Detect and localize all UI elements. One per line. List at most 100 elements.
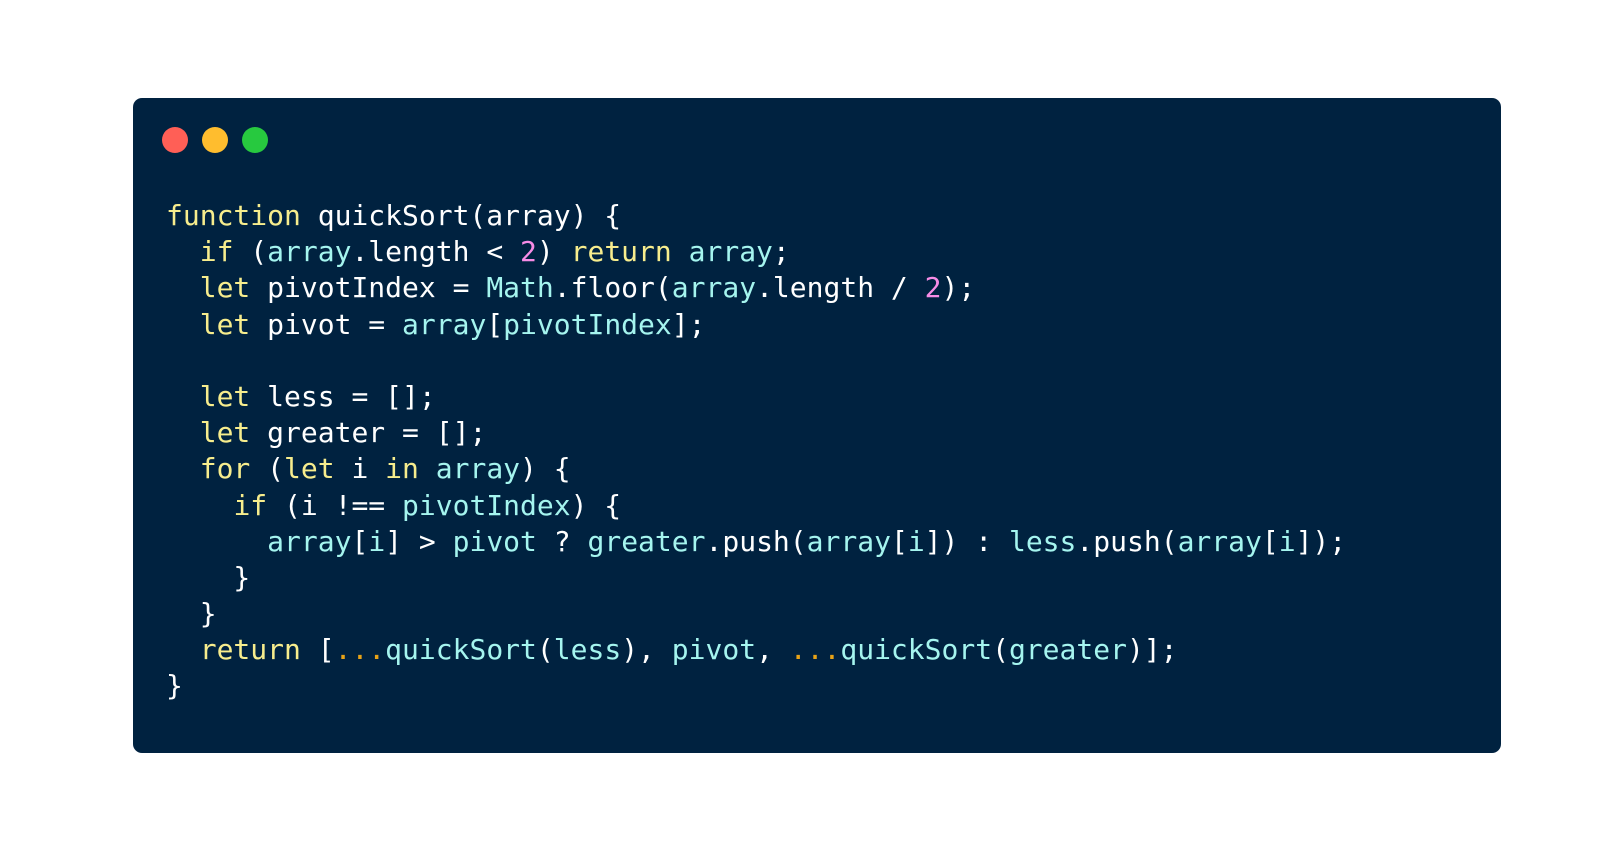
code-line: for (let i in array) { <box>166 451 1346 487</box>
code-token-plain: ] > <box>385 524 453 558</box>
code-token-identifier: quickSort <box>385 633 537 667</box>
code-token-plain: greater = []; <box>250 416 487 450</box>
code-token-identifier: i <box>1278 524 1296 558</box>
code-token-keyword: for <box>199 452 251 486</box>
code-token-keyword: in <box>385 452 419 486</box>
code-token-keyword: let <box>284 452 335 486</box>
code-block: function quickSort(array) { if (array.le… <box>166 198 1346 705</box>
code-token-plain: (i !== <box>267 488 403 522</box>
code-token-plain: .floor( <box>553 271 672 305</box>
code-token-identifier: less <box>553 633 622 667</box>
code-token-identifier: array <box>435 452 521 486</box>
code-token-number: 2 <box>520 235 537 269</box>
code-line: let greater = []; <box>166 415 1346 451</box>
code-token-identifier: array <box>806 524 891 558</box>
code-token-plain: , <box>756 633 790 667</box>
code-token-identifier: pivot <box>452 524 537 558</box>
code-token-plain: [ <box>351 524 369 558</box>
code-token-plain: ); <box>941 271 976 305</box>
code-line: array[i] > pivot ? greater.push(array[i]… <box>166 524 1346 560</box>
code-token-plain: ) { <box>570 488 622 522</box>
window-controls <box>162 127 268 153</box>
code-token-keyword: let <box>199 416 251 450</box>
code-token-identifier: array <box>267 235 352 269</box>
code-token-plain: } <box>166 597 217 631</box>
code-token-keyword: if <box>233 488 268 522</box>
code-token-spread: ... <box>789 633 841 667</box>
code-token-plain: ( <box>536 633 554 667</box>
code-token-keyword: function <box>166 199 301 232</box>
minimize-dot <box>202 127 228 153</box>
code-token-plain: } <box>166 560 251 594</box>
code-token-plain: [ <box>300 633 335 667</box>
code-token-plain: } <box>166 669 183 703</box>
code-line: let less = []; <box>166 379 1346 415</box>
code-token-keyword: return <box>199 633 301 667</box>
code-token-identifier: array <box>1177 524 1262 558</box>
code-token-identifier: quickSort <box>840 633 993 667</box>
code-token-plain: [ <box>1261 524 1279 558</box>
code-token-plain: ) <box>536 235 571 269</box>
code-token-identifier: greater <box>587 524 706 558</box>
code-token-identifier: greater <box>1008 633 1127 667</box>
code-token-identifier: less <box>1008 524 1077 558</box>
code-token-plain: ? <box>536 524 588 558</box>
code-token-identifier: pivotIndex <box>503 307 672 341</box>
code-line: } <box>166 668 1346 704</box>
code-token-plain: [ <box>486 307 504 341</box>
code-token-plain: ]); <box>1295 524 1347 558</box>
code-token-identifier: array <box>688 235 773 269</box>
code-token-plain: pivotIndex = <box>250 271 487 305</box>
code-line: let pivot = array[pivotIndex]; <box>166 307 1346 343</box>
code-token-spread: ... <box>334 633 386 667</box>
code-token-keyword: return <box>570 235 672 269</box>
code-token-keyword: let <box>199 307 251 341</box>
code-token-plain: quickSort(array) { <box>300 199 622 232</box>
code-token-plain: .push( <box>705 524 807 558</box>
code-line: function quickSort(array) { <box>166 198 1346 234</box>
code-token-plain: i <box>334 452 386 486</box>
code-token-identifier: i <box>368 524 386 558</box>
code-token-plain: .push( <box>1076 524 1178 558</box>
code-token-identifier: array <box>402 307 487 341</box>
code-token-plain: ( <box>992 633 1009 667</box>
code-token-plain: .length < <box>351 235 521 269</box>
code-token-plain: [ <box>890 524 908 558</box>
code-token-plain: ) { <box>520 452 571 486</box>
code-token-number: 2 <box>924 271 942 305</box>
code-token-identifier: pivotIndex <box>402 488 571 522</box>
code-token-keyword: let <box>199 379 251 413</box>
code-window: function quickSort(array) { if (array.le… <box>133 98 1501 753</box>
code-line: if (i !== pivotIndex) { <box>166 488 1346 524</box>
code-token-plain: .length / <box>756 271 925 305</box>
code-line: let pivotIndex = Math.floor(array.length… <box>166 270 1346 306</box>
code-line: } <box>166 560 1346 596</box>
code-token-identifier: pivot <box>671 633 757 667</box>
code-token-plain: ( <box>250 452 285 486</box>
code-line: if (array.length < 2) return array; <box>166 234 1346 270</box>
code-token-identifier: Math <box>486 271 554 305</box>
zoom-dot <box>242 127 268 153</box>
code-token-plain: ]; <box>671 307 706 341</box>
code-token-plain: ; <box>772 235 790 269</box>
code-token-identifier: i <box>907 524 925 558</box>
code-token-plain: ]) : <box>924 524 1009 558</box>
close-dot <box>162 127 188 153</box>
code-line: return [...quickSort(less), pivot, ...qu… <box>166 632 1346 668</box>
code-token-identifier: array <box>671 271 757 305</box>
code-token-keyword: let <box>199 271 251 305</box>
code-token-plain: pivot = <box>250 307 403 341</box>
code-token-plain: less = []; <box>250 379 436 413</box>
